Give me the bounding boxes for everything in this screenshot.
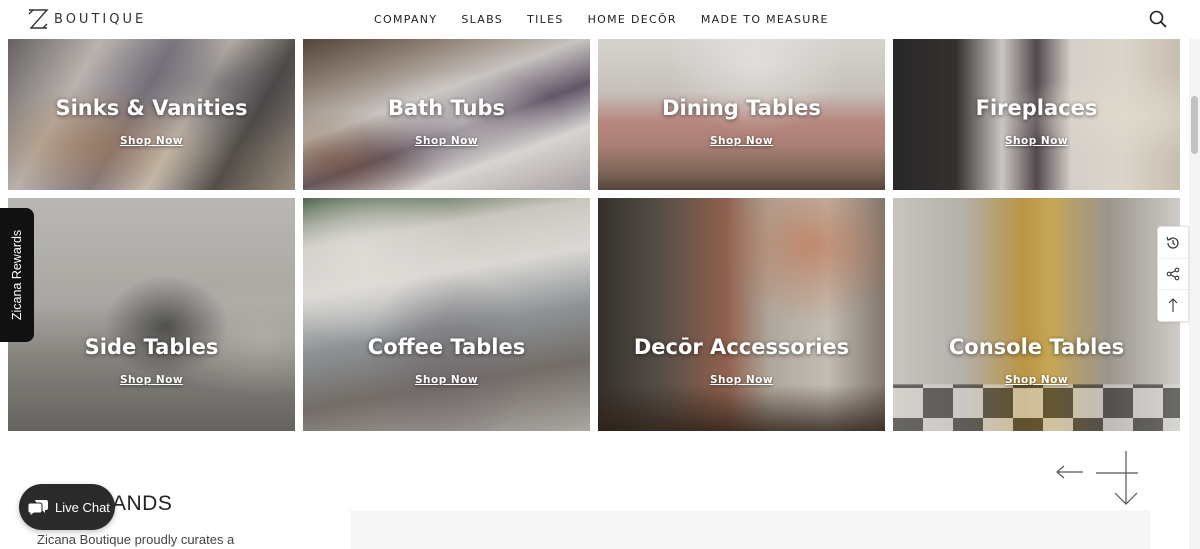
tile-bath-tubs[interactable]: Bath Tubs Shop Now <box>303 39 590 190</box>
tile-title: Sinks & Vanities <box>55 96 248 120</box>
history-button[interactable] <box>1158 227 1188 258</box>
tile-dining-tables[interactable]: Dining Tables Shop Now <box>598 39 885 190</box>
history-icon <box>1166 236 1179 249</box>
shop-now-link[interactable]: Shop Now <box>303 135 590 147</box>
search-icon[interactable] <box>1148 9 1168 29</box>
share-button[interactable] <box>1158 258 1188 289</box>
tile-coffee-tables[interactable]: Coffee Tables Shop Now <box>303 198 590 431</box>
tile-title: Bath Tubs <box>388 96 505 120</box>
tile-title: Coffee Tables <box>367 335 526 359</box>
brands-description: Zicana Boutique proudly curates a <box>37 532 235 547</box>
shop-now-link[interactable]: Shop Now <box>8 135 295 147</box>
shop-now-link[interactable]: Shop Now <box>8 374 295 386</box>
arrow-down-icon[interactable] <box>1094 449 1140 507</box>
shop-now-link[interactable]: Shop Now <box>598 374 885 386</box>
tile-side-tables[interactable]: Side Tables Shop Now <box>8 198 295 431</box>
tile-decor-accessories[interactable]: Decōr Accessories Shop Now <box>598 198 885 431</box>
chat-bubble-icon <box>27 500 48 517</box>
tile-title: Fireplaces <box>975 96 1098 120</box>
site-header: BOUTIQUE COMPANY SLABS TILES HOME DECŌR … <box>0 0 1200 39</box>
tile-title: Side Tables <box>84 335 219 359</box>
tile-console-tables[interactable]: Console Tables Shop Now <box>893 198 1180 431</box>
scroll-top-button[interactable] <box>1158 289 1188 320</box>
shop-now-link[interactable]: Shop Now <box>598 135 885 147</box>
scroll-top-icon <box>1168 298 1178 312</box>
z-monogram-icon <box>28 9 49 29</box>
shop-now-link[interactable]: Shop Now <box>893 135 1180 147</box>
tile-sinks-vanities[interactable]: Sinks & Vanities Shop Now <box>8 39 295 190</box>
nav-home-decor[interactable]: HOME DECŌR <box>588 13 677 26</box>
tile-title: Decōr Accessories <box>633 335 850 359</box>
nav-tiles[interactable]: TILES <box>527 13 564 26</box>
floating-toolbar <box>1157 226 1189 322</box>
tile-fireplaces[interactable]: Fireplaces Shop Now <box>893 39 1180 190</box>
main-nav: COMPANY SLABS TILES HOME DECŌR MADE TO M… <box>374 13 829 26</box>
shop-now-link[interactable]: Shop Now <box>303 374 590 386</box>
rewards-tab[interactable]: Zicana Rewards <box>0 208 34 342</box>
nav-made-to-measure[interactable]: MADE TO MEASURE <box>701 13 829 26</box>
brands-carousel <box>350 510 1150 549</box>
tile-title: Console Tables <box>948 335 1125 359</box>
arrow-left-icon[interactable] <box>1055 462 1085 482</box>
nav-company[interactable]: COMPANY <box>374 13 437 26</box>
share-icon <box>1166 267 1180 281</box>
brands-heading: ANDS <box>112 492 173 515</box>
tile-title: Dining Tables <box>662 96 821 120</box>
live-chat-button[interactable]: Live Chat <box>19 484 115 530</box>
rewards-label: Zicana Rewards <box>10 229 24 321</box>
brand-name: BOUTIQUE <box>54 11 147 27</box>
shop-now-link[interactable]: Shop Now <box>893 374 1180 386</box>
site-logo[interactable]: BOUTIQUE <box>27 8 146 30</box>
nav-slabs[interactable]: SLABS <box>461 13 503 26</box>
live-chat-label: Live Chat <box>55 499 110 515</box>
scrollbar-thumb[interactable] <box>1191 96 1198 154</box>
